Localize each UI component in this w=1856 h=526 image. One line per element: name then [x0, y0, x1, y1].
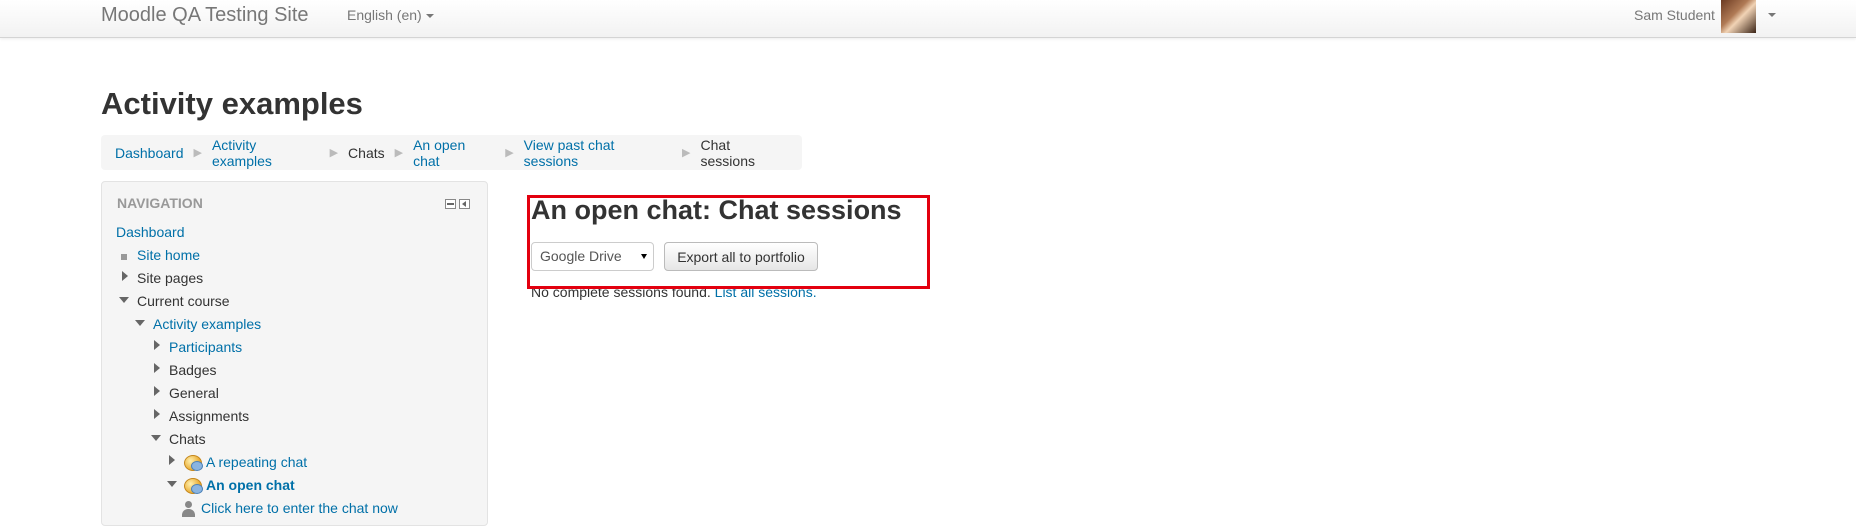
nav-item-current-course[interactable]: Current course: [137, 293, 230, 309]
breadcrumb-view-past-sessions[interactable]: View past chat sessions: [524, 137, 672, 169]
highlight-annotation-box: [527, 195, 930, 289]
site-brand-link[interactable]: Moodle QA Testing Site: [101, 4, 309, 27]
language-menu[interactable]: English (en): [347, 7, 434, 23]
breadcrumb-chats: Chats: [348, 144, 385, 161]
nav-item-assignments[interactable]: Assignments: [169, 408, 249, 424]
collapse-arrow-icon[interactable]: [151, 435, 161, 441]
navigation-block-title: NAVIGATION: [117, 195, 203, 211]
minimize-block-icon[interactable]: [445, 199, 456, 209]
chat-icon: [184, 455, 203, 471]
nav-item-activity-examples[interactable]: Activity examples: [153, 316, 261, 332]
chat-icon: [184, 478, 203, 494]
breadcrumb-separator-icon: ▶: [329, 147, 339, 159]
page-title: Activity examples: [101, 86, 363, 121]
nav-item-a-repeating-chat[interactable]: A repeating chat: [206, 454, 307, 470]
expand-arrow-icon[interactable]: [169, 455, 175, 465]
breadcrumb-separator-icon: ▶: [682, 147, 691, 159]
nav-item-general[interactable]: General: [169, 385, 219, 401]
nav-item-an-open-chat[interactable]: An open chat: [206, 477, 295, 493]
user-icon: [181, 501, 195, 517]
collapse-arrow-icon[interactable]: [135, 320, 145, 326]
expand-arrow-icon[interactable]: [154, 409, 160, 419]
expand-arrow-icon[interactable]: [154, 340, 160, 350]
nav-item-participants[interactable]: Participants: [169, 339, 242, 355]
breadcrumb-dashboard[interactable]: Dashboard: [115, 145, 184, 161]
chevron-down-icon: [425, 14, 434, 19]
language-label: English (en): [347, 7, 422, 23]
dock-block-icon[interactable]: [459, 199, 470, 209]
nav-item-enter-chat[interactable]: Click here to enter the chat now: [201, 500, 398, 516]
breadcrumb-an-open-chat[interactable]: An open chat: [413, 137, 495, 169]
avatar[interactable]: [1721, 0, 1756, 33]
collapse-arrow-icon[interactable]: [119, 297, 129, 303]
expand-arrow-icon[interactable]: [154, 363, 160, 373]
user-menu-chevron-down-icon[interactable]: [1768, 13, 1776, 17]
nav-item-chats[interactable]: Chats: [169, 431, 206, 447]
nav-item-badges[interactable]: Badges: [169, 362, 216, 378]
user-name[interactable]: Sam Student: [1634, 7, 1715, 23]
breadcrumb-separator-icon: ▶: [505, 147, 514, 159]
breadcrumb-separator-icon: ▶: [394, 147, 404, 159]
breadcrumb-chat-sessions: Chat sessions: [700, 136, 755, 169]
collapse-arrow-icon[interactable]: [167, 481, 177, 487]
nav-item-site-home[interactable]: Site home: [137, 247, 200, 263]
expand-arrow-icon[interactable]: [122, 271, 128, 281]
breadcrumb-activity-examples[interactable]: Activity examples: [212, 137, 320, 169]
breadcrumb: Dashboard ▶ Activity examples ▶ Chats ▶ …: [101, 135, 802, 170]
nav-item-site-pages[interactable]: Site pages: [137, 270, 203, 286]
navigation-block: NAVIGATION Dashboard Site home Site page…: [101, 181, 488, 526]
breadcrumb-separator-icon: ▶: [193, 147, 202, 159]
bullet-icon: [121, 254, 127, 260]
top-navbar: Moodle QA Testing Site English (en) Sam …: [0, 0, 1856, 38]
nav-item-dashboard[interactable]: Dashboard: [116, 224, 185, 240]
expand-arrow-icon[interactable]: [154, 386, 160, 396]
